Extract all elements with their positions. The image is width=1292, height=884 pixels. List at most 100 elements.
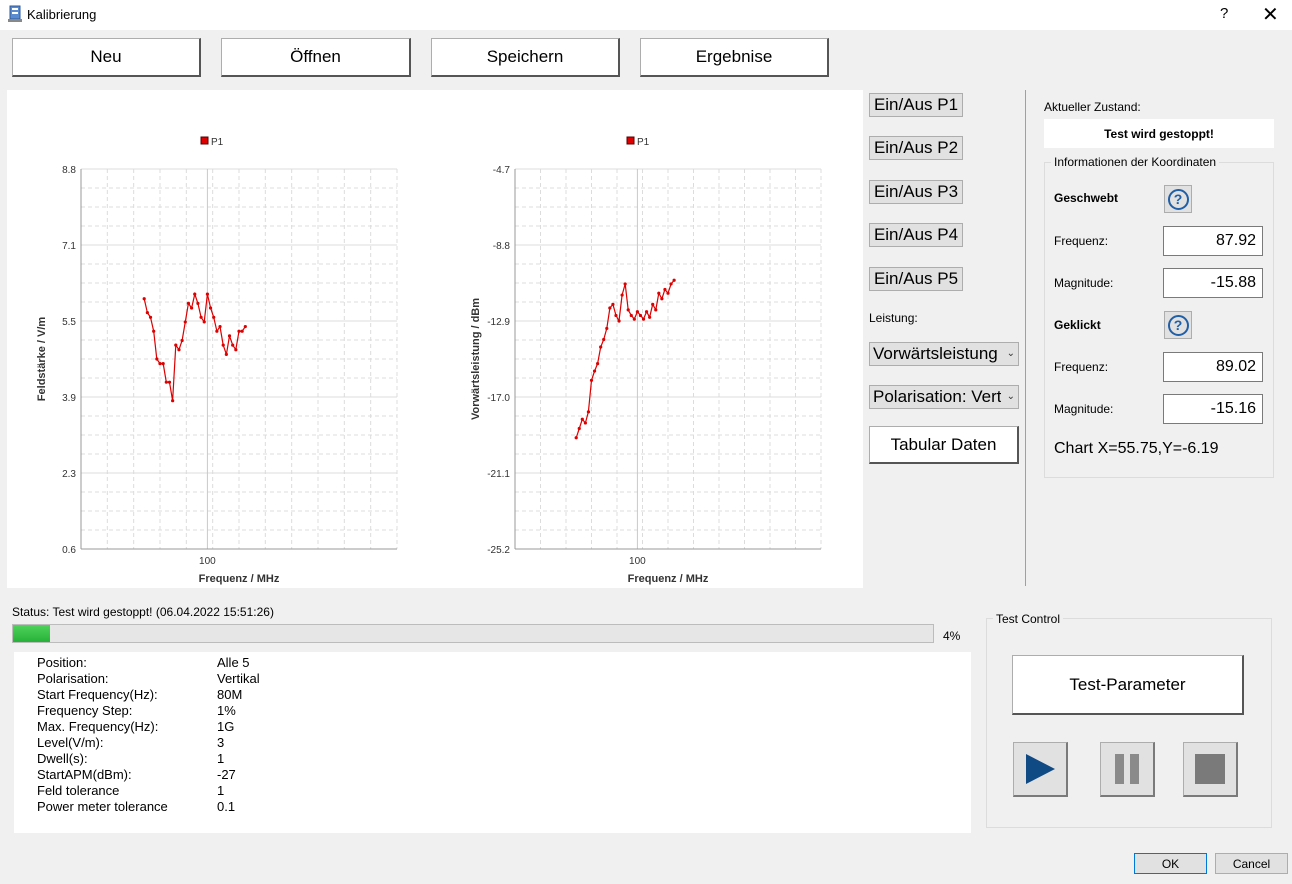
test-control-title: Test Control (993, 612, 1064, 626)
legend-marker (200, 136, 209, 145)
info-key: Level(V/m): (37, 735, 104, 750)
data-point (608, 306, 612, 310)
info-value: 0.1 (217, 799, 236, 814)
y-tick-label: 7.1 (62, 241, 76, 252)
data-point (199, 315, 203, 319)
test-parameters-button[interactable]: Test-Parameter (1012, 655, 1244, 715)
data-point (620, 293, 624, 297)
clicked-magnitude-field[interactable]: -15.16 (1163, 394, 1263, 424)
close-button[interactable]: ✕ (1262, 2, 1279, 27)
polarisation-select[interactable]: Polarisation: Vertikal ⌄ (869, 385, 1019, 409)
data-point (158, 362, 162, 366)
y-tick-label: 8.8 (62, 165, 76, 176)
data-point (231, 343, 235, 347)
tabular-data-button[interactable]: Tabular Daten (869, 426, 1019, 464)
chart-area: 8.8 7.1 5.5 3.9 2.3 0.6 100 Frequenz / MHz Felds… (7, 90, 863, 588)
play-icon (1026, 754, 1055, 784)
data-point (666, 291, 670, 295)
question-icon: ? (1167, 188, 1189, 210)
power-select[interactable]: Vorwärtsleistung ⌄ (869, 342, 1019, 366)
results-button[interactable]: Ergebnise (640, 38, 829, 77)
y-tick-label: -4.7 (493, 165, 511, 176)
info-value: 1 (217, 751, 225, 766)
data-point (193, 292, 197, 296)
y-tick-label: -21.1 (487, 469, 510, 480)
toggle-p5-button[interactable]: Ein/Aus P5 (869, 267, 963, 291)
y-tick-label: 2.3 (62, 469, 76, 480)
clicked-help-icon[interactable]: ? (1164, 311, 1192, 339)
chart-2: -4.7 -8.8 -12.9 -17.0 -21.1 -25.2 100 Frequenz … (470, 136, 822, 585)
data-point (623, 282, 627, 286)
data-point (208, 306, 213, 310)
chevron-down-icon: ⌄ (1006, 348, 1015, 359)
chart-coordinates: Chart X=55.75,Y=-6.19 (1054, 440, 1219, 457)
pause-icon (1115, 754, 1139, 784)
toggle-p2-button[interactable]: Ein/Aus P2 (869, 136, 963, 160)
data-point (617, 319, 621, 323)
stop-button[interactable] (1183, 742, 1238, 797)
info-value: 1 (217, 783, 225, 798)
info-key: Position: (37, 655, 87, 670)
data-point (626, 308, 630, 312)
data-point (161, 362, 165, 366)
data-point (577, 426, 581, 431)
question-icon: ? (1167, 314, 1189, 336)
data-point (218, 324, 222, 329)
data-point (171, 399, 175, 403)
data-point (651, 302, 655, 306)
play-button[interactable] (1013, 742, 1068, 797)
new-button[interactable]: Neu (12, 38, 201, 77)
data-point (644, 310, 649, 314)
open-button[interactable]: Öffnen (221, 38, 411, 77)
toggle-p3-button[interactable]: Ein/Aus P3 (869, 180, 963, 204)
hovered-label: Geschwebt (1054, 191, 1119, 205)
info-value: -27 (217, 767, 236, 782)
data-point (580, 417, 584, 421)
progress-bar (12, 624, 934, 643)
progress-label: 4% (943, 629, 961, 643)
leistung-label: Leistung: (869, 311, 918, 325)
info-key: Start Frequency(Hz): (37, 687, 158, 702)
info-key: Frequency Step: (37, 703, 133, 718)
charts-svg[interactable]: 8.8 7.1 5.5 3.9 2.3 0.6 100 Frequenz / MHz Felds… (7, 90, 863, 588)
data-point (186, 301, 191, 305)
y-tick-label: 5.5 (62, 317, 76, 328)
data-point (183, 320, 187, 324)
clicked-freq-label: Frequenz: (1054, 360, 1109, 374)
toggle-p4-button[interactable]: Ein/Aus P4 (869, 223, 963, 247)
info-value: 80M (217, 687, 243, 702)
clicked-mag-label: Magnitude: (1054, 402, 1114, 416)
hovered-help-icon[interactable]: ? (1164, 185, 1192, 213)
state-value: Test wird gestoppt! (1044, 119, 1274, 148)
data-point (586, 410, 591, 414)
data-point (589, 378, 594, 382)
data-point (205, 292, 209, 296)
clicked-frequency-field[interactable]: 89.02 (1163, 352, 1263, 382)
cancel-button[interactable]: Cancel (1215, 853, 1288, 874)
y-tick-label: -25.2 (487, 545, 510, 556)
x-axis-label: Frequenz / MHz (628, 573, 709, 585)
toggle-p1-button[interactable]: Ein/Aus P1 (869, 93, 963, 117)
hovered-frequency-field[interactable]: 87.92 (1163, 226, 1263, 256)
save-button[interactable]: Speichern (431, 38, 620, 77)
hovered-magnitude-field[interactable]: -15.88 (1163, 268, 1263, 298)
data-point (574, 436, 578, 440)
help-button[interactable]: ? (1220, 5, 1228, 22)
data-point (142, 297, 146, 301)
data-point (174, 343, 178, 347)
data-point (596, 362, 600, 366)
chart-1: 8.8 7.1 5.5 3.9 2.3 0.6 100 Frequenz / MHz Felds… (36, 136, 398, 585)
info-value: 1G (217, 719, 235, 734)
data-point (638, 313, 643, 318)
pause-button[interactable] (1100, 742, 1155, 797)
data-point (660, 297, 664, 301)
x-tick-label: 100 (629, 556, 646, 567)
data-point (648, 315, 652, 319)
x-tick-label: 100 (199, 556, 216, 567)
data-point (602, 337, 606, 342)
data-point (592, 369, 597, 373)
data-point (155, 357, 159, 361)
ok-button[interactable]: OK (1134, 853, 1207, 874)
polarisation-select-value: Polarisation: Vertikal (873, 387, 1001, 406)
info-value: 3 (217, 735, 225, 750)
